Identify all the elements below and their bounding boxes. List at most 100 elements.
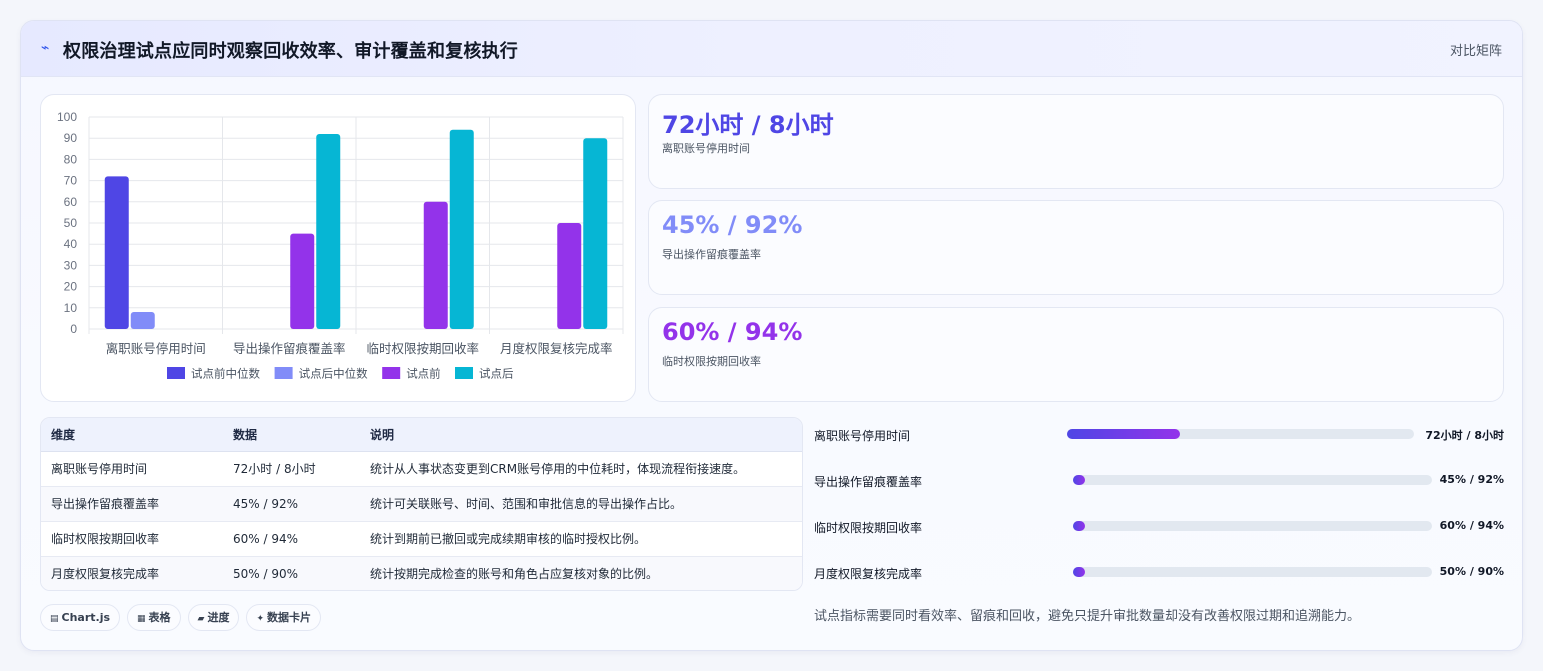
card-header: ⌁ 权限治理试点应同时观察回收效率、审计覆盖和复核执行 对比矩阵 <box>21 21 1522 77</box>
progress-fill <box>1073 521 1085 531</box>
legend-label: 试点前 <box>406 367 441 381</box>
table-cell: 统计到期前已撤回或完成续期审核的临时授权比例。 <box>360 521 802 557</box>
legend-label: 试点后中位数 <box>299 367 368 381</box>
legend-swatch <box>167 367 185 379</box>
y-tick-label: 40 <box>64 237 78 251</box>
data-table-panel: 维度 数据 说明 离职账号停用时间 72小时 / 8小时 统计从人事状态变更到C… <box>40 417 803 591</box>
table-cell: 72小时 / 8小时 <box>223 451 360 487</box>
table-cell: 临时权限按期回收率 <box>41 521 223 557</box>
legend-swatch <box>274 367 293 379</box>
legend-label: 试点后 <box>479 368 514 381</box>
progress-fill <box>1067 429 1180 439</box>
chip-data-cards[interactable]: ✦ 数据卡片 <box>246 604 322 631</box>
chip-chartjs[interactable]: ▤ Chart.js <box>40 604 121 631</box>
header-badge: 对比矩阵 <box>1449 44 1502 59</box>
y-tick-label: 90 <box>64 131 78 145</box>
progress-track <box>1073 521 1432 531</box>
bar <box>104 176 129 329</box>
table-cell: 统计可关联账号、时间、范围和审批信息的导出操作占比。 <box>360 486 802 522</box>
progress-row: 导出操作留痕覆盖率 45% / 92% <box>814 471 1504 491</box>
legend-swatch <box>382 367 401 379</box>
progress-value: 50% / 90% <box>1439 565 1504 578</box>
progress-label: 离职账号停用时间 <box>814 429 911 443</box>
bar <box>557 223 582 329</box>
progress-fill <box>1073 475 1085 485</box>
y-tick-label: 80 <box>64 152 78 166</box>
table-row: 月度权限复核完成率 50% / 90% 统计按期完成检查的账号和角色占应复核对象… <box>41 556 802 590</box>
progress-label: 月度权限复核完成率 <box>814 567 923 581</box>
y-tick-label: 0 <box>70 322 77 336</box>
y-tick-label: 50 <box>64 216 78 230</box>
y-tick-label: 20 <box>64 280 78 294</box>
feature-chips: ▤ Chart.js ▦ 表格 ▰ 进度 ✦ 数据卡片 <box>40 604 328 631</box>
table-cell: 导出操作留痕覆盖率 <box>41 486 223 522</box>
progress-label: 导出操作留痕覆盖率 <box>814 475 923 489</box>
summary-note: 试点指标需要同时看效率、留痕和回收，避免只提升审批数量却没有改善权限过期和追溯能… <box>814 609 1361 624</box>
comparison-card: ⌁ 权限治理试点应同时观察回收效率、审计覆盖和复核执行 对比矩阵 100 90 80… <box>20 20 1523 651</box>
sparkle-icon: ✦ <box>256 614 265 624</box>
x-tick-label: 临时权限按期回收率 <box>366 341 479 356</box>
bar <box>449 129 474 329</box>
table-row: 离职账号停用时间 72小时 / 8小时 统计从人事状态变更到CRM账号停用的中位… <box>41 451 802 487</box>
progress-icon: ▰ <box>197 614 205 624</box>
bar <box>290 233 315 329</box>
x-tick-label: 离职账号停用时间 <box>106 341 206 356</box>
chart-icon: ▤ <box>50 614 59 624</box>
progress-row: 离职账号停用时间 72小时 / 8小时 <box>814 425 1504 445</box>
progress-row: 临时权限按期回收率 60% / 94% <box>814 517 1504 537</box>
page-title: 权限治理试点应同时观察回收效率、审计覆盖和复核执行 <box>63 41 518 62</box>
chip-label: Chart.js <box>61 611 111 624</box>
y-tick-label: 30 <box>64 258 78 272</box>
y-tick-label: 70 <box>64 174 78 188</box>
data-table: 维度 数据 说明 离职账号停用时间 72小时 / 8小时 统计从人事状态变更到C… <box>41 418 802 590</box>
progress-track <box>1067 429 1414 439</box>
y-tick-label: 60 <box>64 195 78 209</box>
column-header: 说明 <box>360 418 802 452</box>
progress-value: 60% / 94% <box>1439 519 1504 532</box>
progress-track <box>1073 475 1432 485</box>
stat-card-temp-permission: 60% / 94% 临时权限按期回收率 <box>648 307 1504 402</box>
bar <box>423 201 448 329</box>
y-tick-label: 100 <box>57 110 77 124</box>
y-tick-label: 10 <box>64 301 78 315</box>
table-cell: 60% / 94% <box>223 521 360 557</box>
stat-label: 临时权限按期回收率 <box>662 355 761 368</box>
legend-swatch <box>455 367 473 379</box>
stat-card-offboarding: 72小时 / 8小时 离职账号停用时间 <box>648 94 1504 189</box>
column-header: 数据 <box>223 418 360 452</box>
legend-label: 试点前中位数 <box>191 367 260 381</box>
bar <box>130 312 155 329</box>
column-header: 维度 <box>41 418 223 452</box>
stat-value: 45% / 92% <box>662 211 803 239</box>
chip-label: 表格 <box>148 611 171 624</box>
progress-track <box>1073 567 1432 577</box>
chip-label: 数据卡片 <box>267 611 312 624</box>
progress-row: 月度权限复核完成率 50% / 90% <box>814 563 1504 583</box>
table-cell: 45% / 92% <box>223 486 360 522</box>
chip-label: 进度 <box>207 611 230 624</box>
table-header-row: 维度 数据 说明 <box>41 418 802 452</box>
stat-label: 导出操作留痕覆盖率 <box>662 248 761 261</box>
bar <box>583 138 608 329</box>
pulse-icon: ⌁ <box>41 40 50 56</box>
table-cell: 50% / 90% <box>223 556 360 590</box>
stat-value: 60% / 94% <box>662 318 803 346</box>
bar-chart-panel: 100 90 80 70 60 50 40 30 20 10 0 离职账号停用时间 导出操作留痕覆盖率临… <box>40 94 636 402</box>
bar-chart: 1009080706050403020100离职账号停用时间 导出操作留痕覆盖率临… <box>57 110 624 381</box>
table-cell: 月度权限复核完成率 <box>41 556 223 590</box>
table-cell: 离职账号停用时间 <box>41 451 223 487</box>
progress-value: 72小时 / 8小时 <box>1425 429 1504 442</box>
progress-fill <box>1073 567 1085 577</box>
table-icon: ▦ <box>137 614 146 624</box>
stat-card-export-audit: 45% / 92% 导出操作留痕覆盖率 <box>648 200 1504 295</box>
x-tick-label: 导出操作留痕覆盖率 <box>233 341 346 356</box>
progress-value: 45% / 92% <box>1439 473 1504 486</box>
table-cell: 统计按期完成检查的账号和角色占应复核对象的比例。 <box>360 556 802 590</box>
stat-label: 离职账号停用时间 <box>662 142 750 155</box>
progress-label: 临时权限按期回收率 <box>814 521 923 535</box>
bar <box>316 133 341 329</box>
chip-table[interactable]: ▦ 表格 <box>127 604 181 631</box>
chip-progress[interactable]: ▰ 进度 <box>187 604 240 631</box>
table-row: 临时权限按期回收率 60% / 94% 统计到期前已撤回或完成续期审核的临时授权… <box>41 521 802 557</box>
x-tick-label: 月度权限复核完成率 <box>500 341 613 356</box>
